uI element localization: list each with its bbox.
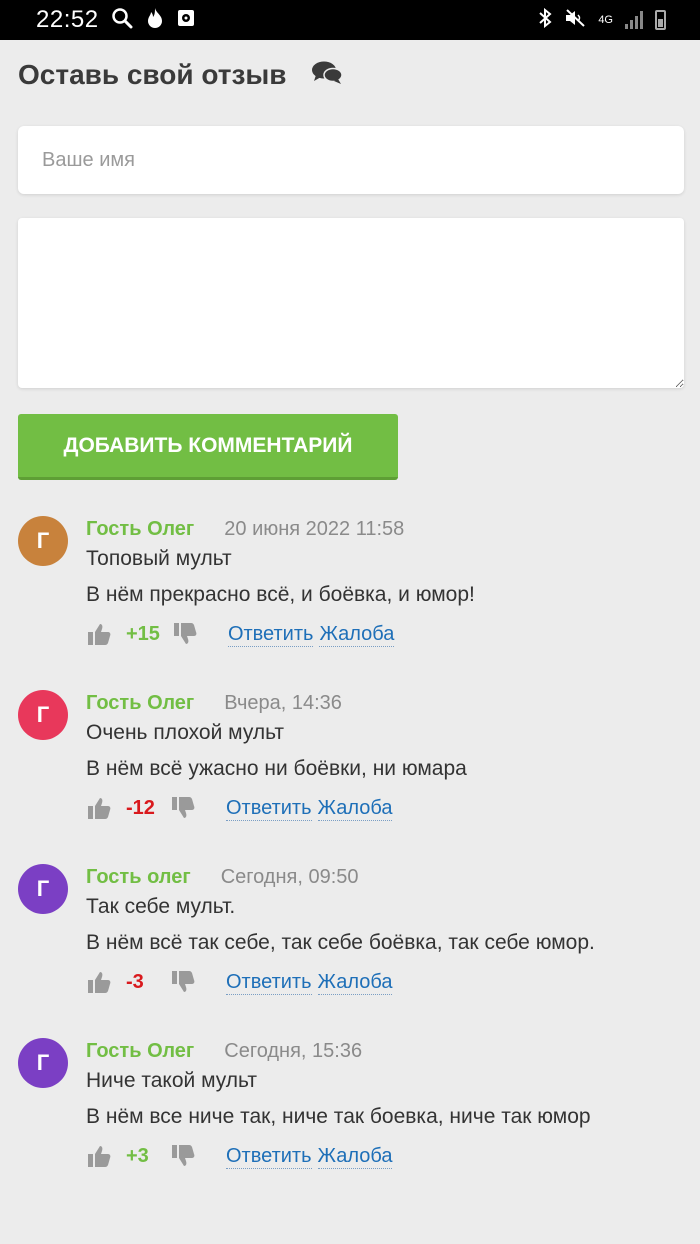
avatar: Г bbox=[18, 516, 68, 566]
avatar: Г bbox=[18, 864, 68, 914]
comment-actions: +15 Ответить Жалоба bbox=[86, 619, 395, 649]
comment-score: -12 bbox=[126, 796, 155, 819]
comment-author: Гость Олег bbox=[86, 517, 195, 540]
comment-author: Гость Олег bbox=[86, 691, 195, 714]
comment-date: Вчера, 14:36 bbox=[224, 691, 342, 714]
avatar: Г bbox=[18, 1038, 68, 1088]
battery-icon bbox=[655, 10, 666, 30]
avatar: Г bbox=[18, 690, 68, 740]
comment-text-line-2: В нём всё так себе, так себе боёвка, так… bbox=[86, 931, 595, 954]
report-link[interactable]: Жалоба bbox=[317, 970, 393, 995]
comment-date: 20 июня 2022 11:58 bbox=[224, 517, 405, 540]
comment-actions: -3 Ответить Жалоба bbox=[86, 967, 393, 997]
thumbs-down-icon[interactable] bbox=[170, 1143, 196, 1169]
comment-score: -3 bbox=[126, 970, 144, 993]
report-link[interactable]: Жалоба bbox=[319, 622, 395, 647]
thumbs-up-icon[interactable] bbox=[86, 1143, 112, 1169]
status-time: 22:52 bbox=[36, 6, 99, 33]
mute-icon bbox=[564, 8, 586, 33]
comment-score: +3 bbox=[126, 1144, 149, 1167]
comment-date: Сегодня, 15:36 bbox=[224, 1039, 363, 1062]
reply-link[interactable]: Ответить bbox=[226, 796, 312, 821]
comment-text-line-1: Ниче такой мульт bbox=[86, 1069, 257, 1092]
comment-author: Гость Олег bbox=[86, 1039, 195, 1062]
comment-score: +15 bbox=[126, 622, 160, 645]
comments-icon bbox=[311, 60, 343, 91]
comment-actions: -12 Ответить Жалоба bbox=[86, 793, 393, 823]
media-icon bbox=[177, 8, 195, 33]
comment-date: Сегодня, 09:50 bbox=[220, 865, 359, 888]
add-comment-button[interactable]: ДОБАВИТЬ КОММЕНТАРИЙ bbox=[18, 414, 398, 480]
thumbs-down-icon[interactable] bbox=[170, 969, 196, 995]
reply-link[interactable]: Ответить bbox=[226, 1144, 312, 1169]
thumbs-down-icon[interactable] bbox=[172, 621, 198, 647]
comment-author: Гость олег bbox=[86, 865, 191, 888]
status-bar: 22:52 4G bbox=[0, 0, 700, 40]
comment-actions: +3 Ответить Жалоба bbox=[86, 1141, 393, 1171]
search-icon bbox=[111, 7, 133, 34]
thumbs-down-icon[interactable] bbox=[170, 795, 196, 821]
signal-icon bbox=[625, 11, 643, 29]
report-link[interactable]: Жалоба bbox=[317, 1144, 393, 1169]
form-header: Оставь свой отзыв bbox=[18, 58, 700, 92]
comment-text-line-1: Так себе мульт. bbox=[86, 895, 236, 918]
comment-item: Г Гость Олег 20 июня 2022 11:58 Топовый … bbox=[18, 516, 688, 656]
comment-item: Г Гость Олег Вчера, 14:36 Очень плохой м… bbox=[18, 690, 688, 830]
bluetooth-icon bbox=[538, 7, 552, 33]
thumbs-up-icon[interactable] bbox=[86, 621, 112, 647]
reply-link[interactable]: Ответить bbox=[226, 970, 312, 995]
report-link[interactable]: Жалоба bbox=[317, 796, 393, 821]
name-input[interactable] bbox=[18, 126, 684, 194]
comment-text-line-1: Очень плохой мульт bbox=[86, 721, 285, 744]
page-title: Оставь свой отзыв bbox=[18, 59, 287, 90]
comment-text-line-2: В нём все ниче так, ниче так боевка, нич… bbox=[86, 1105, 591, 1128]
comment-item: Г Гость Олег Сегодня, 15:36 Ниче такой м… bbox=[18, 1038, 688, 1178]
comment-textarea[interactable] bbox=[18, 218, 684, 388]
fire-icon bbox=[145, 7, 165, 34]
comment-text-line-1: Топовый мульт bbox=[86, 547, 232, 570]
comment-text-line-2: В нём прекрасно всё, и боёвка, и юмор! bbox=[86, 583, 475, 606]
thumbs-up-icon[interactable] bbox=[86, 795, 112, 821]
network-type: 4G bbox=[598, 14, 613, 26]
reply-link[interactable]: Ответить bbox=[227, 622, 314, 647]
comment-text-line-2: В нём всё ужасно ни боёвки, ни юмара bbox=[86, 757, 467, 780]
thumbs-up-icon[interactable] bbox=[86, 969, 112, 995]
comment-item: Г Гость олег Сегодня, 09:50 Так себе мул… bbox=[18, 864, 688, 1004]
